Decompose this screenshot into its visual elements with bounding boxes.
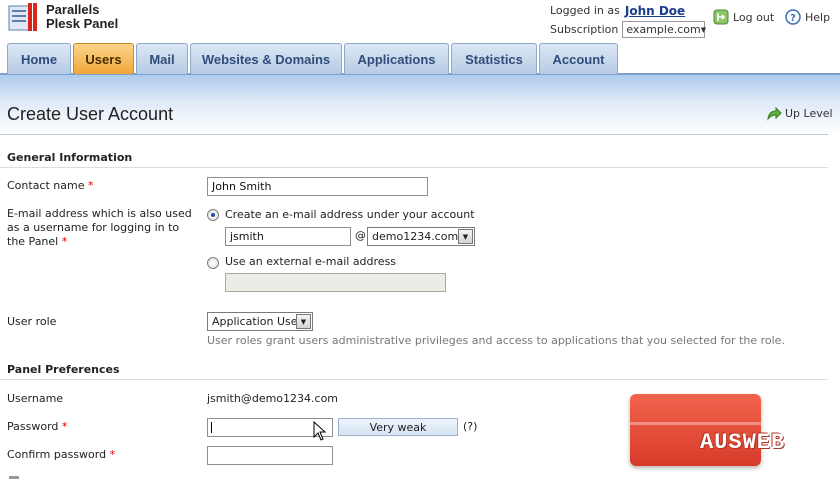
tab-users[interactable]: Users <box>73 43 134 74</box>
logout-label: Log out <box>733 10 775 24</box>
email-local-part-input[interactable]: jsmith <box>225 227 351 246</box>
subscription-value: example.com <box>626 23 701 36</box>
tab-mail[interactable]: Mail <box>136 43 188 74</box>
text-cursor <box>211 422 212 433</box>
prefs-section-title: Panel Preferences <box>7 363 120 376</box>
general-section-title: General Information <box>7 151 133 164</box>
logout-link[interactable]: Log out <box>713 9 774 25</box>
contact-name-input[interactable]: John Smith <box>207 177 428 196</box>
tab-statistics[interactable]: Statistics <box>451 43 537 74</box>
username-label: Username <box>7 392 64 405</box>
create-email-radio[interactable] <box>207 209 219 221</box>
prefs-section-divider <box>0 379 828 380</box>
account-box: Logged in as John Doe Subscription examp… <box>550 1 707 39</box>
create-email-option-label: Create an e-mail address under your acco… <box>225 208 475 221</box>
user-role-hint: User roles grant users administrative pr… <box>207 334 785 347</box>
svg-text:?: ? <box>790 13 796 24</box>
brand-line-1: Parallels <box>46 2 100 17</box>
password-strength-indicator: Very weak <box>338 418 458 436</box>
username-value: jsmith@demo1234.com <box>207 392 339 405</box>
help-icon: ? <box>785 9 801 25</box>
required-mark: * <box>109 448 116 461</box>
email-domain-value: demo1234.com <box>372 230 459 243</box>
at-sign: @ <box>355 229 366 242</box>
logged-in-label: Logged in as <box>550 4 620 17</box>
tab-applications[interactable]: Applications <box>344 43 449 74</box>
page-title: Create User Account <box>7 104 174 124</box>
help-link[interactable]: ? Help <box>785 9 830 25</box>
user-name-link[interactable]: John Doe <box>625 4 685 18</box>
email-label-text: E-mail address which is also used as a u… <box>7 207 192 248</box>
confirm-password-label-text: Confirm password <box>7 448 107 461</box>
chevron-down-icon: ▼ <box>700 25 707 34</box>
user-role-label: User role <box>7 315 57 328</box>
mouse-pointer-icon <box>313 421 327 441</box>
partial-divider <box>9 476 19 479</box>
plesk-logo-icon <box>8 2 38 32</box>
tab-account[interactable]: Account <box>539 43 618 74</box>
confirm-password-label: Confirm password * <box>7 448 115 462</box>
contact-name-label: Contact name * <box>7 179 94 193</box>
password-label-text: Password <box>7 420 59 433</box>
password-label: Password * <box>7 420 67 434</box>
brand-line-2: Plesk Panel <box>46 16 119 31</box>
user-role-select[interactable]: Application User ▼ <box>207 312 313 331</box>
up-level-icon <box>767 106 782 121</box>
general-section-divider <box>0 167 828 168</box>
watermark-logo: AUSWEB <box>700 430 786 455</box>
required-mark: * <box>88 179 94 192</box>
email-label: E-mail address which is also used as a u… <box>7 207 197 249</box>
external-email-option-label: Use an external e-mail address <box>225 255 397 268</box>
logout-icon <box>713 9 729 25</box>
required-mark: * <box>61 235 68 248</box>
required-mark: * <box>61 420 68 433</box>
contact-name-label-text: Contact name <box>7 179 85 192</box>
confirm-password-input[interactable] <box>207 446 333 465</box>
chevron-down-icon: ▼ <box>458 229 473 244</box>
subscription-select[interactable]: example.com ▼ <box>622 21 707 38</box>
external-email-input[interactable] <box>225 273 446 292</box>
chevron-down-icon: ▼ <box>296 314 311 329</box>
tab-websites-domains[interactable]: Websites & Domains <box>190 43 342 74</box>
watermark-band <box>630 422 761 425</box>
title-divider <box>0 134 828 135</box>
help-label: Help <box>805 10 831 24</box>
password-strength-help-link[interactable]: (?) <box>463 420 477 433</box>
up-level-link[interactable]: Up Level <box>766 105 833 121</box>
user-role-value: Application User <box>212 315 303 328</box>
plesk-logo: Parallels Plesk Panel <box>8 2 118 32</box>
up-level-label: Up Level <box>785 106 833 120</box>
main-tabs: Home Users Mail Websites & Domains Appli… <box>7 43 620 74</box>
email-domain-select[interactable]: demo1234.com ▼ <box>367 227 475 246</box>
subscription-label: Subscription <box>550 23 619 36</box>
tab-home[interactable]: Home <box>7 43 71 74</box>
external-email-radio[interactable] <box>207 257 219 269</box>
